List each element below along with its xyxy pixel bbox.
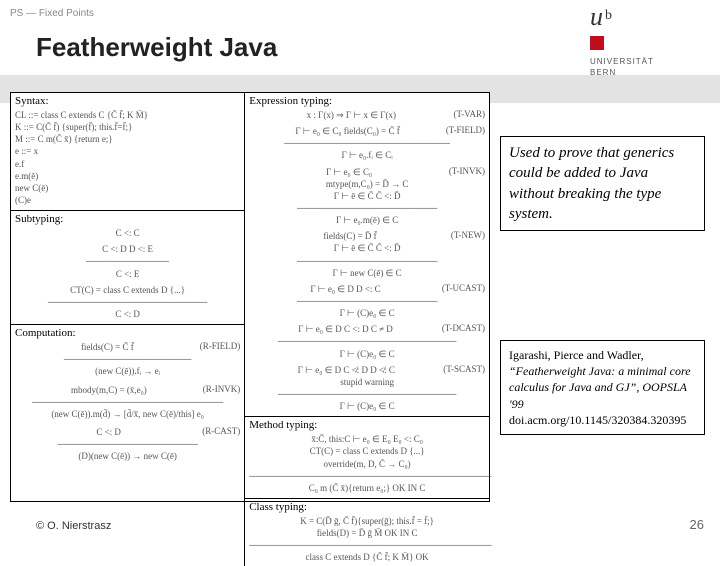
logo-bern-text: BERN	[590, 68, 710, 77]
method-typing-body: x̄:C̄, this:C ⊢ e₀ ∈ E₀ E₀ <: C₀ CT(C) =…	[249, 433, 485, 494]
slide-header: PS — Fixed Points Featherweight Java ub …	[0, 0, 720, 100]
rule-t-var: x : Γ(x) ⇒ Γ ⊢ x ∈ Γ(x)	[249, 109, 485, 121]
logo-university-text: UNIVERSITÄT	[590, 57, 710, 66]
page-number: 26	[690, 517, 704, 532]
rule-r-field: fields(C) = C̄ f̄ ──────────────────── (…	[15, 341, 240, 377]
citation-box: Igarashi, Pierce and Wadler, “Featherwei…	[500, 340, 705, 435]
class-typing-heading: Class typing:	[249, 501, 485, 513]
method-typing-heading: Method typing:	[249, 419, 485, 431]
logo-red-square	[590, 36, 604, 50]
subtyping-rule-3: CT(C) = class C extends D {...} ────────…	[15, 284, 240, 320]
rule-t-dcast: Γ ⊢ e₀ ∈ D C <: D C ≠ D ────────────────…	[249, 323, 485, 359]
subtyping-heading: Subtyping:	[15, 213, 240, 225]
rule-t-invk: Γ ⊢ e₀ ∈ C₀ mtype(m,C₀) = D̄ → C Γ ⊢ ē ∈…	[249, 166, 485, 227]
syntax-heading: Syntax:	[15, 95, 240, 107]
logo-u-glyph: u	[590, 2, 603, 31]
logo-b-glyph: b	[605, 8, 612, 23]
callout-box: Used to prove that generics could be add…	[500, 136, 705, 231]
rule-t-scast: Γ ⊢ e₀ ∈ D C ≮: D D ≮: C stupid warning …	[249, 364, 485, 413]
university-logo: ub UNIVERSITÄT BERN	[590, 2, 710, 77]
page-title: Featherweight Java	[36, 32, 277, 63]
rule-r-invk: mbody(m,C) = (x̄,e₀) ───────────────────…	[15, 384, 240, 420]
fj-rules-figure: Syntax: CL ::= class C extends C {C̄ f̄;…	[10, 92, 490, 502]
citation-authors: Igarashi, Pierce and Wadler,	[509, 348, 644, 362]
computation-heading: Computation:	[15, 327, 240, 339]
subtyping-rule-1: C <: C	[15, 227, 240, 239]
class-typing-body: K = C(D̄ ḡ, C̄ f̄){super(ḡ); this.f̄ = f…	[249, 515, 485, 564]
rule-t-new: fields(C) = D̄ f̄ Γ ⊢ ē ∈ C̄ C̄ <: D̄ ──…	[249, 230, 485, 279]
syntax-body: CL ::= class C extends C {C̄ f̄; K M̄} K…	[15, 109, 240, 206]
rule-t-field: Γ ⊢ e₀ ∈ C₀ fields(C₀) = C̄ f̄ ─────────…	[249, 125, 485, 161]
rule-r-cast: C <: D ────────────────────── (D)(new C(…	[15, 426, 240, 462]
expr-typing-heading: Expression typing:	[249, 95, 485, 107]
citation-doi: doi.acm.org/10.1145/320384.320395	[509, 413, 686, 427]
breadcrumb: PS — Fixed Points	[10, 8, 94, 19]
rule-t-ucast: Γ ⊢ e₀ ∈ D D <: C ──────────────────────…	[249, 283, 485, 319]
subtyping-rule-2: C <: D D <: E ───────────── C <: E	[15, 243, 240, 279]
footer-copyright: © O. Nierstrasz	[36, 520, 111, 532]
